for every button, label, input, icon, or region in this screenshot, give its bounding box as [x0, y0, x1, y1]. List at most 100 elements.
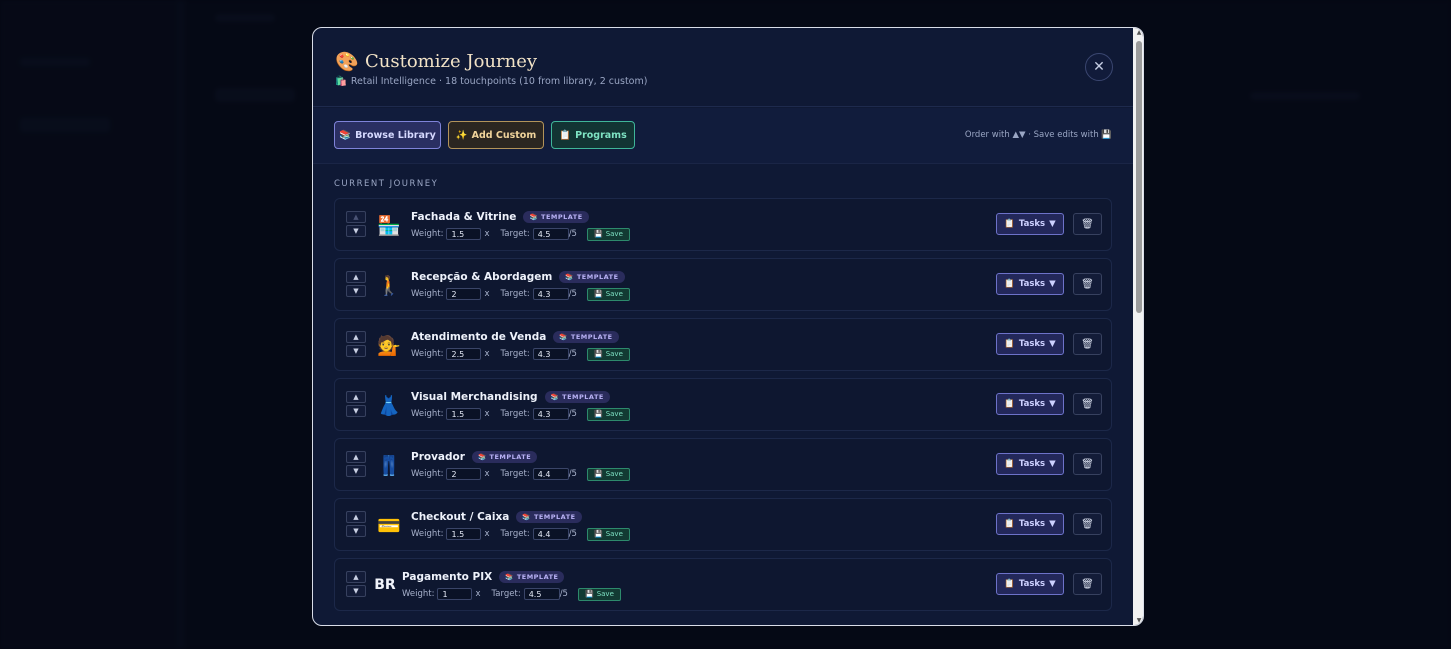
target-scale: /5	[568, 469, 577, 479]
template-badge: 📚 TEMPLATE	[559, 270, 625, 283]
move-down-button[interactable]: ▼	[346, 225, 366, 237]
move-down-button[interactable]: ▼	[346, 465, 366, 477]
template-badge: 📚 TEMPLATE	[544, 390, 610, 403]
move-down-button[interactable]: ▼	[346, 585, 366, 597]
weight-input[interactable]: 2.5	[446, 348, 482, 360]
save-button[interactable]: 💾 Save	[586, 347, 630, 361]
move-up-button[interactable]: ▲	[346, 271, 366, 283]
target-input[interactable]: 4.4	[532, 528, 569, 540]
save-button[interactable]: 💾 Save	[586, 527, 630, 541]
programs-button[interactable]: 📋 Programs	[551, 121, 635, 149]
save-label: Save	[605, 530, 623, 538]
scroll-up-icon[interactable]: ▲	[1135, 29, 1143, 36]
template-badge-label: TEMPLATE	[570, 332, 613, 341]
touchpoint-details: Atendimento de Venda 📚 TEMPLATE Weight: …	[411, 329, 630, 361]
tasks-dropdown-button[interactable]: 📋 Tasks ▼	[996, 453, 1064, 475]
save-button[interactable]: 💾 Save	[586, 287, 630, 301]
tasks-dropdown-button[interactable]: 📋 Tasks ▼	[996, 393, 1064, 415]
browse-library-label: Browse Library	[355, 129, 436, 141]
target-input[interactable]: 4.4	[532, 468, 569, 480]
weight-input[interactable]: 1.5	[446, 528, 482, 540]
delete-button[interactable]: 🗑	[1073, 393, 1102, 415]
move-up-button[interactable]: ▲	[346, 211, 366, 223]
touchpoint-details: Provador 📚 TEMPLATE Weight: 2 x Target: …	[411, 449, 630, 481]
clipboard-icon: 📋	[1004, 459, 1015, 469]
target-label: Target:	[500, 409, 530, 419]
target-input[interactable]: 4.5	[532, 228, 569, 240]
close-button[interactable]: ✕	[1085, 53, 1113, 81]
move-up-button[interactable]: ▲	[346, 451, 366, 463]
target-input[interactable]: 4.3	[532, 288, 569, 300]
target-input[interactable]: 4.5	[523, 588, 560, 600]
touchpoint-row: ▲ ▼ 🚶 Recepção & Abordagem 📚 TEMPLATE We…	[334, 258, 1112, 311]
arrow-up-icon: ▲	[353, 213, 359, 221]
save-label: Save	[596, 590, 614, 598]
modal-subtitle: 🛍️ Retail Intelligence · 18 touchpoints …	[335, 76, 647, 87]
delete-button[interactable]: 🗑	[1073, 453, 1102, 475]
tasks-dropdown-button[interactable]: 📋 Tasks ▼	[996, 213, 1064, 235]
arrow-down-icon: ▼	[353, 347, 359, 355]
tasks-dropdown-button[interactable]: 📋 Tasks ▼	[996, 513, 1064, 535]
tasks-label: Tasks	[1018, 279, 1046, 289]
add-custom-label: Add Custom	[471, 129, 537, 141]
move-up-button[interactable]: ▲	[346, 391, 366, 403]
weight-input[interactable]: 2	[446, 288, 482, 300]
move-down-button[interactable]: ▼	[346, 525, 366, 537]
brazil-flag-icon: BR	[374, 577, 396, 593]
target-scale: /5	[568, 229, 577, 239]
trash-icon: 🗑	[1081, 218, 1094, 230]
target-label: Target:	[500, 229, 530, 239]
save-button[interactable]: 💾 Save	[586, 407, 630, 421]
target-label: Target:	[491, 589, 521, 599]
target-label: Target:	[500, 529, 530, 539]
target-label: Target:	[500, 469, 530, 479]
move-down-button[interactable]: ▼	[346, 405, 366, 417]
save-button[interactable]: 💾 Save	[586, 467, 630, 481]
move-down-button[interactable]: ▼	[346, 345, 366, 357]
touchpoint-details: Pagamento PIX 📚 TEMPLATE Weight: 1 x Tar…	[402, 569, 621, 601]
books-icon: 📚	[477, 452, 487, 461]
tasks-dropdown-button[interactable]: 📋 Tasks ▼	[996, 573, 1064, 595]
save-button[interactable]: 💾 Save	[577, 587, 621, 601]
move-up-button[interactable]: ▲	[346, 571, 366, 583]
tasks-dropdown-button[interactable]: 📋 Tasks ▼	[996, 333, 1064, 355]
move-up-button[interactable]: ▲	[346, 511, 366, 523]
save-button[interactable]: 💾 Save	[586, 227, 630, 241]
touchpoint-name: Provador	[411, 450, 465, 463]
delete-button[interactable]: 🗑	[1073, 213, 1102, 235]
floppy-disk-icon: 💾	[593, 350, 603, 358]
touchpoint-details: Checkout / Caixa 📚 TEMPLATE Weight: 1.5 …	[411, 509, 630, 541]
arrow-down-icon: ▼	[353, 467, 359, 475]
target-scale: /5	[568, 529, 577, 539]
move-down-button[interactable]: ▼	[346, 285, 366, 297]
weight-label: Weight:	[411, 349, 444, 359]
weight-input[interactable]: 1.5	[446, 408, 482, 420]
move-up-button[interactable]: ▲	[346, 331, 366, 343]
scrollbar-thumb[interactable]	[1136, 41, 1142, 313]
clipboard-icon: 📋	[1004, 579, 1015, 589]
tasks-dropdown-button[interactable]: 📋 Tasks ▼	[996, 273, 1064, 295]
trash-icon: 🗑	[1081, 398, 1094, 410]
add-custom-button[interactable]: ✨ Add Custom	[448, 121, 544, 149]
delete-button[interactable]: 🗑	[1073, 573, 1102, 595]
chevron-down-icon: ▼	[1049, 219, 1056, 229]
browse-library-button[interactable]: 📚 Browse Library	[334, 121, 441, 149]
target-input[interactable]: 4.3	[532, 408, 569, 420]
target-scale: /5	[568, 289, 577, 299]
touchpoint-name: Visual Merchandising	[411, 390, 538, 403]
arrow-up-icon: ▲	[353, 573, 359, 581]
scroll-down-icon[interactable]: ▼	[1135, 617, 1143, 624]
delete-button[interactable]: 🗑	[1073, 513, 1102, 535]
touchpoint-row: ▲ ▼ 💳 Checkout / Caixa 📚 TEMPLATE Weight…	[334, 498, 1112, 551]
target-input[interactable]: 4.3	[532, 348, 569, 360]
weight-input[interactable]: 2	[446, 468, 482, 480]
weight-input[interactable]: 1.5	[446, 228, 482, 240]
arrow-up-icon: ▲	[353, 393, 359, 401]
save-label: Save	[605, 470, 623, 478]
books-icon: 📚	[522, 512, 531, 521]
delete-button[interactable]: 🗑	[1073, 333, 1102, 355]
trash-icon: 🗑	[1081, 458, 1094, 470]
books-icon: 📚	[529, 212, 539, 221]
weight-input[interactable]: 1	[437, 588, 473, 600]
delete-button[interactable]: 🗑	[1073, 273, 1102, 295]
